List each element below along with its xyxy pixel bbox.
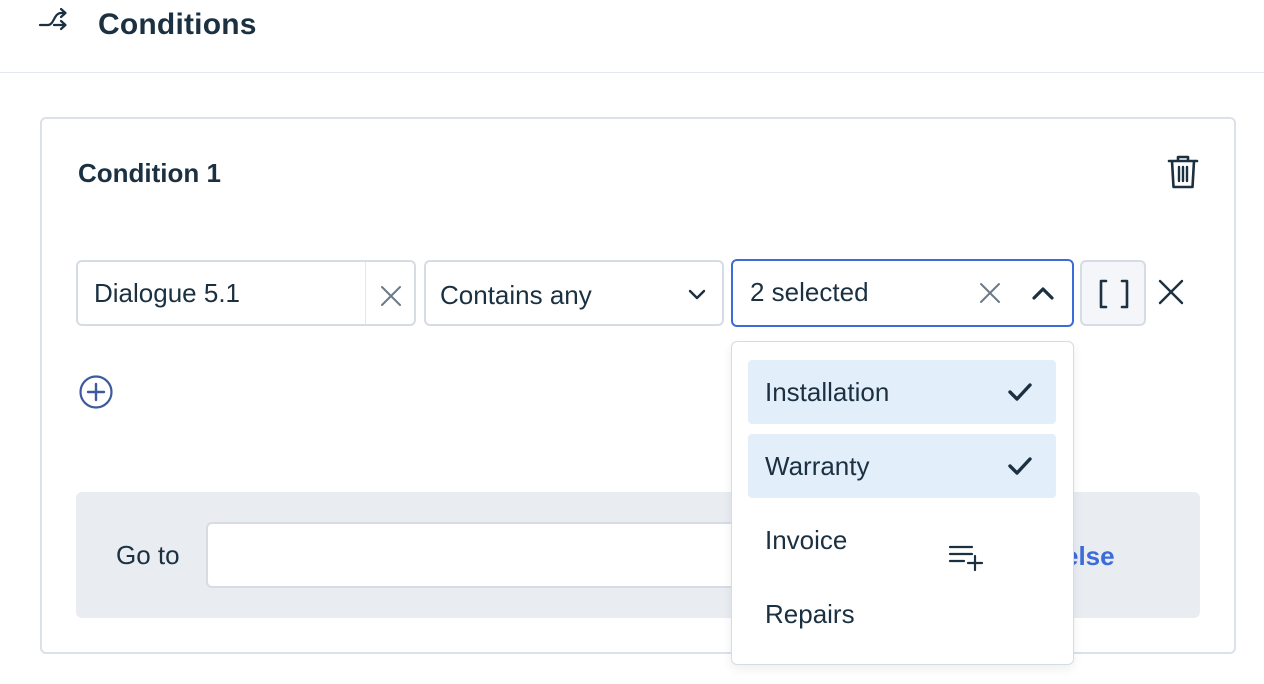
page-header: Conditions xyxy=(0,0,1264,73)
branch-icon xyxy=(38,7,67,31)
option-label: Installation xyxy=(765,377,890,407)
option-installation[interactable]: Installation xyxy=(748,360,1056,424)
check-icon xyxy=(1008,383,1032,401)
close-icon[interactable] xyxy=(379,284,403,308)
check-icon xyxy=(1008,457,1032,475)
expression-button[interactable] xyxy=(1080,260,1146,326)
variable-value: Dialogue 5.1 xyxy=(94,278,240,308)
option-label: Warranty xyxy=(765,451,870,481)
option-warranty[interactable]: Warranty xyxy=(748,434,1056,498)
goto-input[interactable] xyxy=(206,522,766,588)
operator-value: Contains any xyxy=(440,280,592,310)
close-icon[interactable] xyxy=(978,281,1002,305)
chevron-up-icon[interactable] xyxy=(1031,285,1055,301)
values-multiselect[interactable]: 2 selected xyxy=(731,259,1074,327)
condition-title: Condition 1 xyxy=(78,158,221,188)
chevron-down-icon xyxy=(688,289,706,300)
operator-select[interactable]: Contains any xyxy=(424,260,724,326)
option-label: Invoice xyxy=(765,525,848,555)
values-dropdown-menu: Installation Warranty Invoice Repairs xyxy=(731,341,1074,665)
values-summary: 2 selected xyxy=(750,277,869,307)
goto-label: Go to xyxy=(116,540,180,570)
option-repairs[interactable]: Repairs xyxy=(748,582,1056,646)
option-label: Repairs xyxy=(765,599,855,629)
trash-icon[interactable] xyxy=(1166,153,1200,191)
page-title: Conditions xyxy=(98,8,257,41)
option-invoice[interactable]: Invoice xyxy=(748,508,1056,572)
playlist-add-icon xyxy=(948,545,984,572)
divider xyxy=(365,262,366,324)
brackets-icon xyxy=(1099,279,1129,309)
remove-rule-icon[interactable] xyxy=(1157,278,1185,306)
plus-circle-icon[interactable] xyxy=(78,374,114,410)
variable-select[interactable]: Dialogue 5.1 xyxy=(76,260,416,326)
